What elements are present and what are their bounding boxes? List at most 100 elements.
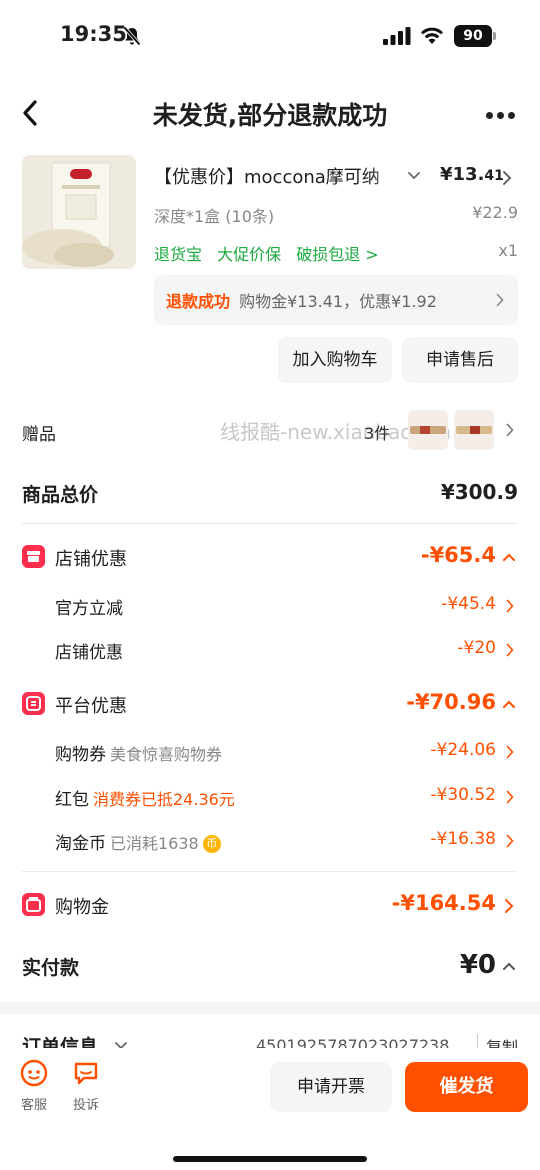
chevron-right-icon[interactable] bbox=[502, 170, 512, 186]
bottom-action-bar: 客服 投诉 申请开票 催发货 bbox=[0, 1048, 540, 1170]
discount-item-note: 消费券已抵24.36元 bbox=[93, 790, 235, 809]
goods-total-label: 商品总价 bbox=[22, 484, 99, 506]
customer-service-label: 客服 bbox=[20, 1098, 47, 1113]
goods-total-row: 商品总价 ¥300.9 bbox=[22, 480, 518, 510]
discount-item-note: 已消耗1638 bbox=[110, 834, 199, 853]
platform-discount-label: 平台优惠 bbox=[55, 696, 127, 717]
divider bbox=[22, 871, 518, 872]
refund-status-box[interactable]: 退款成功 购物金¥13.41，优惠¥1.92 bbox=[154, 275, 518, 325]
discount-item-row[interactable]: 淘金币 已消耗1638 币 -¥16.38 bbox=[22, 829, 518, 855]
tag-return-insurance: 退货宝 bbox=[154, 245, 203, 264]
battery-tip bbox=[493, 32, 496, 40]
discount-item-value: -¥20 bbox=[457, 638, 496, 658]
more-options-button[interactable] bbox=[486, 104, 520, 120]
product-price-decimal: 41 bbox=[484, 168, 504, 184]
nav-bar: 未发货,部分退款成功 bbox=[0, 82, 540, 144]
refund-detail: 购物金¥13.41，优惠¥1.92 bbox=[239, 292, 437, 311]
discount-item-label: 官方立减 bbox=[55, 599, 123, 619]
wifi-icon bbox=[421, 27, 443, 44]
chevron-right-icon bbox=[506, 745, 514, 759]
apply-invoice-button[interactable]: 申请开票 bbox=[270, 1062, 392, 1112]
tag-damage-refund[interactable]: 破损包退 > bbox=[296, 245, 379, 264]
discount-item-title: 红包 bbox=[55, 790, 89, 810]
shopping-gold-label: 购物金 bbox=[55, 897, 109, 918]
chevron-up-icon[interactable] bbox=[502, 698, 516, 710]
chevron-right-icon bbox=[506, 599, 514, 613]
chevron-up-icon[interactable] bbox=[502, 960, 516, 972]
more-dot-icon bbox=[508, 112, 515, 119]
refund-status: 退款成功 bbox=[166, 292, 231, 311]
home-indicator bbox=[173, 1156, 367, 1162]
discount-item-note: 美食惊喜购物券 bbox=[110, 745, 223, 764]
original-price: ¥22.9 bbox=[472, 203, 518, 222]
complain-icon bbox=[74, 1062, 98, 1085]
gift-stick-image bbox=[456, 426, 492, 434]
chevron-right-icon bbox=[506, 790, 514, 804]
shopping-gold-row[interactable]: 购物金 -¥164.54 bbox=[22, 891, 518, 921]
section-separator bbox=[0, 1002, 540, 1014]
platform-discount-value: -¥70.96 bbox=[406, 690, 496, 714]
status-bar: 19:35 90 bbox=[0, 0, 540, 72]
discount-item-value: -¥30.52 bbox=[430, 785, 496, 805]
product-image[interactable] bbox=[22, 155, 136, 269]
actual-paid-value: ¥0 bbox=[459, 950, 496, 980]
discount-item-row[interactable]: 官方立减 -¥45.4 bbox=[22, 594, 518, 620]
status-time: 19:35 bbox=[60, 22, 127, 46]
service-tags: 退货宝 大促价保 破损包退 > bbox=[154, 241, 389, 265]
page-title: 未发货,部分退款成功 bbox=[152, 101, 388, 130]
discount-item-label: 淘金币 已消耗1638 币 bbox=[55, 829, 221, 854]
discount-item-value: -¥45.4 bbox=[441, 594, 496, 614]
platform-discount-row[interactable]: 平台优惠 -¥70.96 bbox=[22, 690, 518, 720]
product-spec: 深度*1盒 (10条) bbox=[154, 207, 275, 226]
customer-service-icon bbox=[20, 1059, 48, 1087]
divider bbox=[22, 523, 518, 524]
gift-stick-image bbox=[410, 426, 446, 434]
more-dot-icon bbox=[486, 112, 493, 119]
urge-delivery-button[interactable]: 催发货 bbox=[405, 1062, 528, 1112]
bell-off-icon bbox=[123, 26, 141, 46]
store-discount-value: -¥65.4 bbox=[420, 543, 496, 567]
gift-thumbnail[interactable] bbox=[454, 410, 494, 450]
discount-item-value: -¥24.06 bbox=[430, 740, 496, 760]
more-dot-icon bbox=[497, 112, 504, 119]
chevron-down-icon[interactable] bbox=[407, 170, 421, 182]
product-card[interactable]: 【优惠价】moccona摩可纳 ¥13.41 深度*1盒 (10条) ¥22.9… bbox=[22, 155, 518, 385]
coupon-icon bbox=[22, 692, 45, 715]
coffee-box-image bbox=[22, 155, 136, 269]
product-name[interactable]: 【优惠价】moccona摩可纳 bbox=[154, 163, 410, 189]
discount-item-value: -¥16.38 bbox=[430, 829, 496, 849]
gift-row[interactable]: 赠品 线报酷-new.xianbao.fun 3件 bbox=[22, 410, 518, 450]
complain-label: 投诉 bbox=[72, 1098, 99, 1113]
actual-paid-row[interactable]: 实付款 ¥0 bbox=[22, 950, 518, 984]
discount-item-row[interactable]: 购物券 美食惊喜购物券 -¥24.06 bbox=[22, 740, 518, 766]
wallet-icon bbox=[22, 893, 45, 916]
discount-item-title: 购物券 bbox=[55, 745, 106, 765]
chevron-up-icon[interactable] bbox=[502, 551, 516, 563]
discount-item-row[interactable]: 红包 消费券已抵24.36元 -¥30.52 bbox=[22, 785, 518, 811]
chevron-right-icon bbox=[506, 643, 514, 657]
shopping-gold-value: -¥164.54 bbox=[391, 891, 496, 915]
discount-item-label: 红包 消费券已抵24.36元 bbox=[55, 785, 235, 810]
customer-service-button[interactable]: 客服 bbox=[14, 1058, 54, 1113]
complain-button[interactable]: 投诉 bbox=[66, 1058, 106, 1113]
gold-coin-icon: 币 bbox=[202, 835, 221, 853]
after-sale-button[interactable]: 申请售后 bbox=[402, 337, 518, 383]
gift-thumbnail[interactable] bbox=[408, 410, 448, 450]
discount-item-label: 购物券 美食惊喜购物券 bbox=[55, 740, 222, 765]
product-quantity: x1 bbox=[498, 241, 518, 260]
product-price: ¥13.41 bbox=[440, 164, 504, 185]
gift-count: 3件 bbox=[364, 424, 391, 443]
goods-total-value: ¥300.9 bbox=[440, 480, 518, 504]
add-to-cart-button[interactable]: 加入购物车 bbox=[278, 337, 392, 383]
chevron-right-icon bbox=[506, 834, 514, 848]
store-discount-row[interactable]: 店铺优惠 -¥65.4 bbox=[22, 543, 518, 573]
discount-item-row[interactable]: 店铺优惠 -¥20 bbox=[22, 638, 518, 664]
store-discount-label: 店铺优惠 bbox=[55, 549, 127, 570]
battery-indicator: 90 bbox=[454, 25, 492, 47]
chevron-right-icon bbox=[506, 423, 514, 437]
cellular-signal-icon bbox=[383, 27, 411, 45]
chevron-right-icon bbox=[496, 293, 504, 307]
discount-item-title: 淘金币 bbox=[55, 834, 106, 854]
actual-paid-label: 实付款 bbox=[22, 957, 80, 979]
tag-price-protection: 大促价保 bbox=[217, 245, 282, 264]
